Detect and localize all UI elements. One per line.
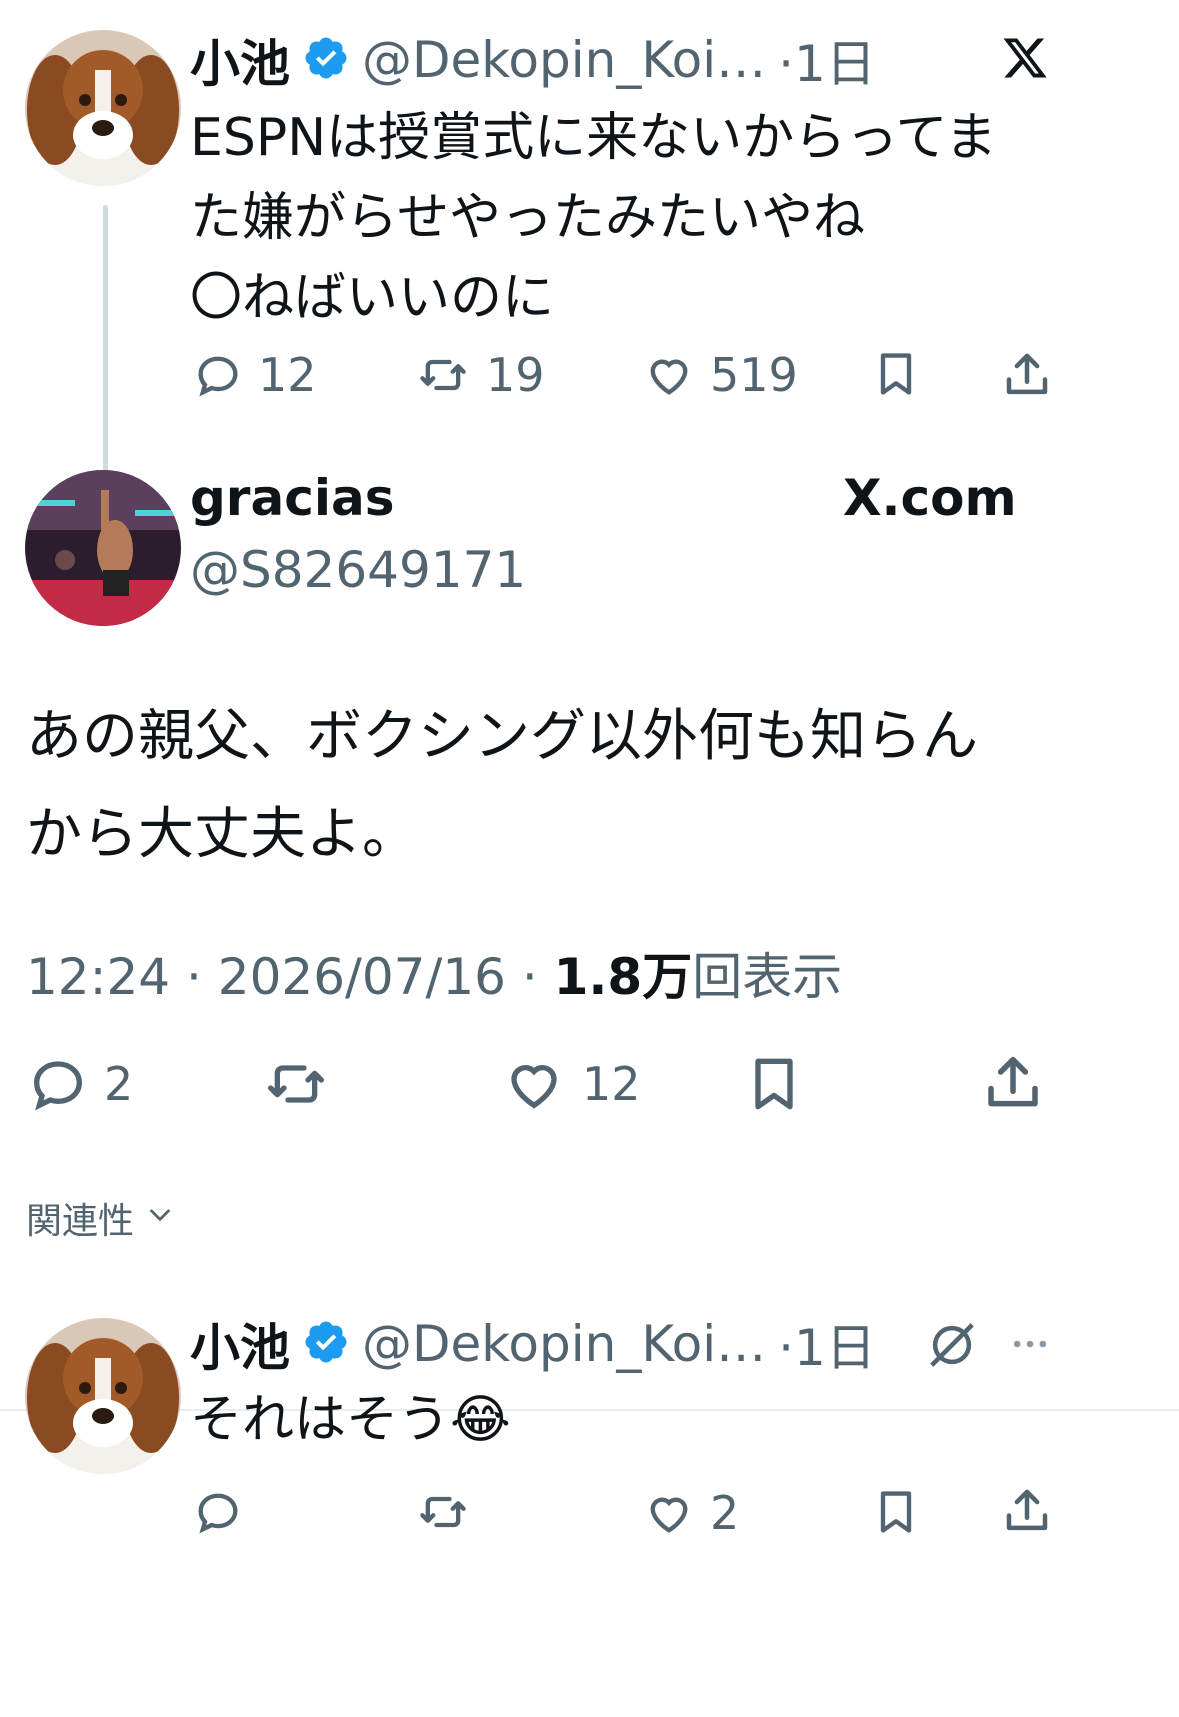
like-button[interactable]: 519 [642, 348, 798, 402]
like-icon [500, 1052, 568, 1116]
share-icon [1000, 1484, 1054, 1538]
embed-text: あの親父、ボクシング以外何も知らん から大丈夫よ。 [26, 688, 978, 884]
tweet2-bookmark-button[interactable] [870, 1486, 922, 1538]
thread-line [103, 205, 108, 503]
retweet-icon [414, 1486, 472, 1538]
bookmark-button[interactable] [870, 348, 922, 400]
tweet1-header: 小池 @Dekopin_Koi… ·1日 [190, 28, 876, 93]
share-button[interactable] [1000, 348, 1054, 402]
tweet-time[interactable]: ·1日 [778, 1308, 876, 1380]
reply-count: 12 [258, 348, 317, 402]
tweet-time[interactable]: ·1日 [778, 24, 876, 96]
embed-like-button[interactable]: 12 [500, 1052, 641, 1116]
grok-icon[interactable] [924, 1318, 980, 1376]
bookmark-icon [870, 348, 922, 400]
view-label: 回表示 [692, 948, 843, 1006]
x-logo-icon [1000, 34, 1050, 86]
embed-timestamp: 12:24 · 2026/07/16 · 1.8万回表示 [26, 942, 842, 1012]
embed-line: あの親父、ボクシング以外何も知らん [26, 704, 978, 769]
avatar-gracias[interactable] [25, 470, 181, 626]
like-icon [642, 349, 696, 401]
tweet-line: た嫌がらせやったみたいやね [190, 188, 865, 248]
more-icon[interactable] [1005, 1322, 1055, 1370]
retweet-icon [260, 1052, 332, 1116]
reply-icon [192, 349, 244, 401]
like-icon [642, 1487, 696, 1539]
embed-author-name[interactable]: gracias [190, 466, 394, 530]
tweet-text: それはそう [190, 1390, 451, 1450]
reply-icon [192, 1486, 244, 1538]
share-icon [1000, 348, 1054, 402]
author-handle[interactable]: @Dekopin_Koi… [362, 31, 766, 89]
author-name[interactable]: 小池 [190, 24, 290, 96]
post-time[interactable]: 12:24 · 2026/07/16 · [26, 948, 554, 1006]
tweet-line: ESPNは授賞式に来ないからってま [190, 108, 997, 168]
avatar-koike[interactable] [25, 30, 181, 186]
author-name[interactable]: 小池 [190, 1308, 290, 1380]
tweet2-reply-button[interactable] [192, 1486, 244, 1538]
tweet2-like-count: 2 [710, 1486, 740, 1540]
embed-retweet-button[interactable] [260, 1052, 332, 1116]
tweet1-text: ESPNは授賞式に来ないからってま た嫌がらせやったみたいやね 〇ねばいいのに [190, 98, 997, 338]
tweet2-retweet-button[interactable] [414, 1486, 472, 1538]
sort-dropdown[interactable]: 関連性 [26, 1192, 176, 1244]
retweet-button[interactable]: 19 [414, 348, 545, 402]
tweet2-header: 小池 @Dekopin_Koi… ·1日 [190, 1312, 876, 1377]
tweet-line: 〇ねばいいのに [190, 268, 555, 328]
embed-bookmark-button[interactable] [742, 1052, 806, 1116]
sort-label: 関連性 [26, 1201, 135, 1242]
embed-reply-count: 2 [104, 1057, 134, 1111]
tears-of-joy-emoji: 😂 [450, 1390, 511, 1450]
verified-badge-icon [302, 1318, 350, 1370]
embed-line: から大丈夫よ。 [26, 802, 418, 867]
embed-reply-button[interactable]: 2 [26, 1052, 133, 1116]
embed-like-count: 12 [582, 1057, 641, 1111]
share-icon [980, 1050, 1046, 1116]
embed-share-button[interactable] [980, 1050, 1046, 1116]
author-handle[interactable]: @Dekopin_Koi… [362, 1315, 766, 1373]
x-com-label[interactable]: X.com [843, 466, 1017, 530]
retweet-icon [414, 349, 472, 401]
like-count: 519 [710, 348, 798, 402]
bookmark-icon [870, 1486, 922, 1538]
bookmark-icon [742, 1052, 806, 1116]
tweet2-share-button[interactable] [1000, 1484, 1054, 1538]
reply-icon [26, 1052, 90, 1116]
embed-author-handle[interactable]: @S82649171 [190, 538, 526, 602]
reply-button[interactable]: 12 [192, 348, 317, 402]
view-count: 1.8万 [553, 948, 693, 1006]
tweet2-like-button[interactable]: 2 [642, 1486, 739, 1540]
avatar-koike-reply[interactable] [25, 1318, 181, 1474]
chevron-down-icon [144, 1198, 176, 1239]
retweet-count: 19 [486, 348, 545, 402]
tweet2-text: それはそう😂 [190, 1380, 511, 1460]
verified-badge-icon [302, 34, 350, 86]
